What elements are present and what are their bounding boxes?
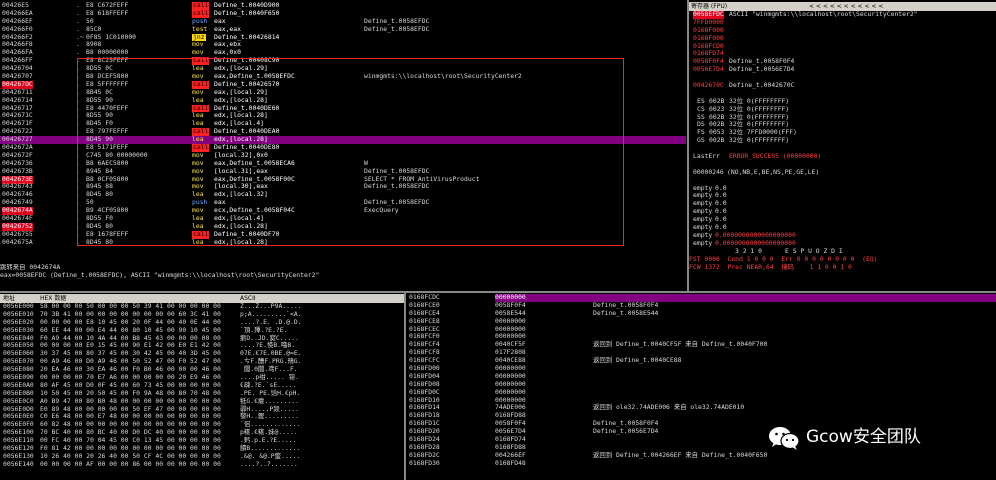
- highlight-box: [77, 58, 624, 246]
- register-row[interactable]: ST1empty0.0: [689, 192, 996, 200]
- register-row[interactable]: EFL00000246(NO,NB,E,BE,NS,PE,GE,LE): [689, 167, 996, 177]
- register-value[interactable]: 002B: [709, 136, 724, 145]
- register-row[interactable]: EAX0058EFDCASCII "winmgmts:\\localhost\r…: [689, 10, 996, 19]
- register-comment: ASCII "winmgmts:\\localhost\root\Securit…: [729, 10, 918, 18]
- register-row[interactable]: ST3empty0.0: [689, 207, 996, 216]
- watermark-text: Gcow安全团队: [806, 427, 921, 448]
- stack-comment: 返回到 Define_t.004266EF 来自 Define_t.0040F6…: [593, 450, 768, 459]
- dump-address: 0056E140: [3, 459, 34, 468]
- register-row[interactable]: ESP0168FCD0: [689, 42, 996, 51]
- stack-comment: 返回到 ole32.74ADE006 来自 ole32.74ADE010: [593, 403, 745, 412]
- stack-pane[interactable]: 0168FCDC 00000000 0168FCE0 0058F0F4 Define_t…: [407, 294, 996, 480]
- register-row[interactable]: GS 002B 32位 0(FFFFFFFF): [689, 136, 996, 145]
- stack-comment: 返回到 Define_t.0040CF5F 来自 Define_t.0040F7…: [593, 340, 768, 349]
- register-value[interactable]: 0056E7D4: [693, 65, 724, 74]
- register-row[interactable]: EDI0056E7D4Define_t.0056E7D4: [689, 65, 996, 74]
- info-pane: 跳转来自 0042674A eax=0058EFDC (Define_t.005…: [0, 264, 686, 288]
- dump-stack-splitter[interactable]: [404, 293, 406, 480]
- hex-dump-pane[interactable]: 地址 HEX 数据 ASCII 0056E000 58 00 00 00 50 0…: [0, 294, 404, 480]
- register-comment: (NO,NB,E,BE,NS,PE,GE,LE): [727, 167, 820, 176]
- stack-comment: 返回到 Define_t.0040CE88: [593, 356, 682, 365]
- register-row[interactable]: ECX7FFD0000: [689, 18, 996, 27]
- stack-comment: Define_t.0058E544: [593, 308, 659, 317]
- disasm-row[interactable]: 004266F2 .~ 0F85 1C010000 jnz Define_t.00426…: [0, 33, 686, 42]
- register-comment: 32位 0(FFFFFFFF): [729, 136, 790, 145]
- register-row[interactable]: ST0empty0.0: [689, 184, 996, 193]
- stack-address: 0168FD30: [409, 458, 440, 467]
- disasm-address: 0042675A: [2, 237, 33, 246]
- vertical-splitter[interactable]: [687, 0, 689, 292]
- stack-row[interactable]: 0168FD30 0168FD48: [407, 458, 996, 468]
- dump-hex[interactable]: 00 00 00 00 AF 00 00 00 86 00 00 00 00 0…: [40, 460, 221, 469]
- stack-value: 00000000: [495, 294, 996, 302]
- register-row[interactable]: EIP0042670CDefine_t.0042670C: [689, 81, 996, 90]
- fcw-line: FCW 1372 Prec NEAR,64 掩码 1 1 0 0 1 0: [689, 262, 852, 271]
- register-value[interactable]: 00000246: [693, 168, 724, 177]
- disasm-row[interactable]: 004266EF. 50 push eax Define_t.0058EFDC: [0, 17, 686, 26]
- register-label: GS: [697, 136, 705, 145]
- register-row[interactable]: LastErr ERROR_SUCCESS (00000000): [689, 152, 996, 161]
- register-value[interactable]: 0042670C: [693, 81, 724, 90]
- disasm-row[interactable]: 004266EA. E8 618FFEFF call Define_t.0040F65…: [0, 9, 686, 18]
- stack-value: 0168FD48: [495, 458, 526, 467]
- info-line-2: eax=0058EFDC (Define_t.0058EFDC), ASCII …: [0, 270, 320, 279]
- watermark: Gcow安全团队: [768, 425, 921, 451]
- stack-comment: Define_t.0056E7D4: [593, 427, 659, 436]
- register-row[interactable]: ST2empty0.0: [689, 199, 996, 208]
- register-comment: ERROR_SUCCESS (00000000): [729, 152, 822, 161]
- disasm-comment: Define_t.0058EFDC: [364, 24, 430, 33]
- register-value[interactable]: empty: [693, 239, 712, 248]
- dump-ascii[interactable]: ....?..?.......: [240, 460, 298, 469]
- wechat-icon: [769, 427, 800, 450]
- registers-pane[interactable]: 寄存器 (FPU) < < < < < < < < < < < EAX0058E…: [689, 2, 996, 292]
- register-row[interactable]: ST4empty0.0: [689, 215, 996, 224]
- horizontal-splitter[interactable]: [0, 291, 996, 293]
- register-comment: Define_t.0056E7D4: [729, 65, 795, 74]
- dump-row[interactable]: 0056E140 00 00 00 00 AF 00 00 00 86 00 00…: [0, 459, 404, 469]
- register-row[interactable]: EBX0168F000: [689, 34, 996, 43]
- register-row[interactable]: [689, 177, 996, 185]
- register-row[interactable]: EDX0168F000: [689, 26, 996, 35]
- register-comment: Define_t.0042670C: [729, 81, 795, 90]
- register-label: LastErr: [693, 152, 720, 161]
